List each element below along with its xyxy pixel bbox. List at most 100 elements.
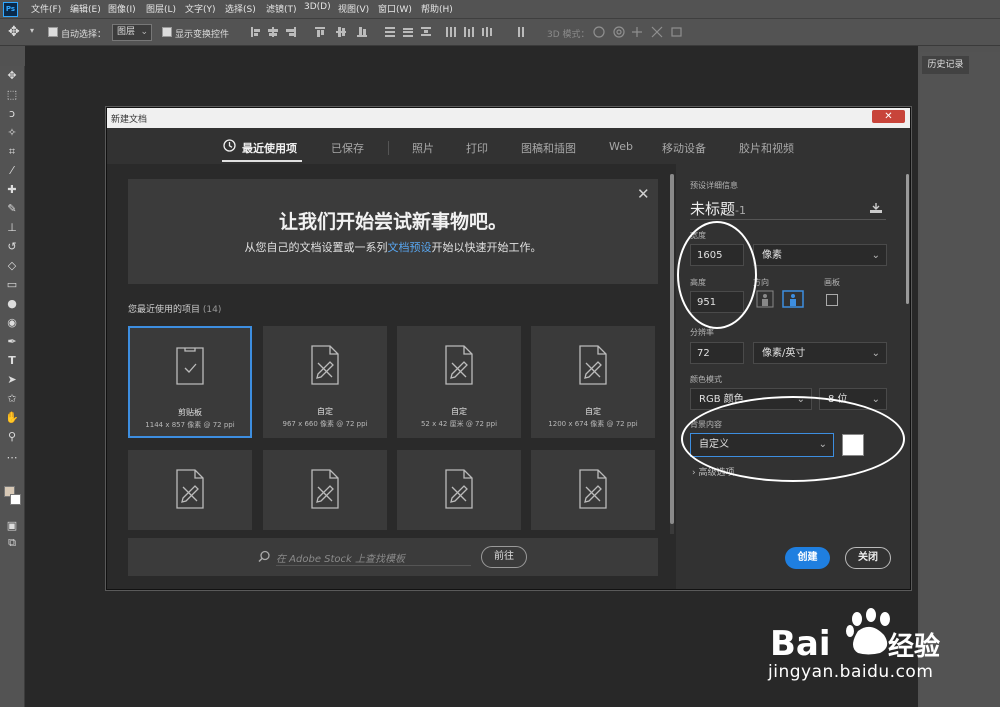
stock-go-button[interactable]: 前往 xyxy=(481,546,527,568)
path-selection-tool-icon[interactable]: ➤ xyxy=(4,372,20,388)
artboard-checkbox[interactable] xyxy=(826,294,838,306)
dialog-title: 新建文档 xyxy=(111,115,148,125)
move-tool-icon[interactable]: ✥ xyxy=(8,24,20,40)
resolution-input[interactable]: 72 xyxy=(690,342,744,364)
color-mode-label: 颜色模式 xyxy=(690,375,722,384)
portrait-orientation-icon[interactable] xyxy=(756,290,774,308)
landscape-orientation-icon[interactable] xyxy=(782,290,804,308)
recent-item-card[interactable] xyxy=(128,450,252,530)
create-button[interactable]: 创建 xyxy=(785,547,830,569)
align-icons[interactable] xyxy=(250,26,525,38)
magic-wand-tool-icon[interactable]: ✧ xyxy=(4,125,20,141)
gradient-tool-icon[interactable]: ▭ xyxy=(4,277,20,293)
crop-tool-icon[interactable]: ⌗ xyxy=(4,144,20,160)
recent-count: (14) xyxy=(202,305,222,315)
name-underline xyxy=(690,219,886,220)
lasso-tool-icon[interactable]: ↄ xyxy=(4,106,20,122)
quick-mask-icon[interactable]: ▣ xyxy=(4,518,20,534)
brush-tool-icon[interactable]: ✎ xyxy=(4,201,20,217)
recent-item-card[interactable] xyxy=(263,450,387,530)
menu-view[interactable]: 视图(V) xyxy=(338,2,369,15)
active-tab-indicator xyxy=(222,160,302,162)
recent-item-card[interactable]: 剪贴板 1144 x 857 像素 @ 72 ppi xyxy=(128,326,252,438)
dialog-close-button[interactable]: ✕ xyxy=(872,110,905,123)
tab-divider xyxy=(388,141,389,155)
type-tool-icon[interactable]: T xyxy=(4,353,20,369)
options-bar: ✥ ▾ 自动选择： 图层 ⌄ 显示变换控件 3D 模式： xyxy=(0,19,1000,46)
hand-tool-icon[interactable]: ✋ xyxy=(4,410,20,426)
photoshop-logo: Ps xyxy=(3,2,18,17)
clone-stamp-tool-icon[interactable]: ⊥ xyxy=(4,220,20,236)
menu-select[interactable]: 选择(S) xyxy=(225,2,256,15)
document-pen-icon xyxy=(445,469,473,509)
resolution-label: 分辨率 xyxy=(690,328,714,337)
more-tools-icon[interactable]: ⋯ xyxy=(4,450,20,466)
menu-window[interactable]: 窗口(W) xyxy=(378,2,412,15)
menu-image[interactable]: 图像(I) xyxy=(108,2,136,15)
tab-mobile[interactable]: 移动设备 xyxy=(662,140,706,156)
banner-subtitle: 从您自己的文档设置或一系列文档预设开始以快速开始工作。 xyxy=(128,239,658,255)
show-transform-label: 显示变换控件 xyxy=(175,30,230,40)
tab-recent[interactable]: 最近使用项 xyxy=(242,140,297,156)
shape-tool-icon[interactable]: ✩ xyxy=(4,391,20,407)
menu-type[interactable]: 文字(Y) xyxy=(185,2,216,15)
annotation-ellipse xyxy=(681,396,905,482)
eyedropper-tool-icon[interactable]: ⁄ xyxy=(4,163,20,179)
width-unit-dropdown[interactable]: 像素 ⌄ xyxy=(753,244,887,266)
document-pen-icon xyxy=(311,469,339,509)
auto-select-checkbox[interactable] xyxy=(48,27,58,37)
presets-scrollbar[interactable] xyxy=(670,174,674,524)
tab-print[interactable]: 打印 xyxy=(466,140,488,156)
watermark-logo-suffix: 经验 xyxy=(888,631,940,662)
tab-art-illustration[interactable]: 图稿和插图 xyxy=(521,140,576,156)
banner-close-icon[interactable]: ✕ xyxy=(637,185,650,203)
tab-film-video[interactable]: 胶片和视频 xyxy=(739,140,794,156)
history-panel-tab[interactable]: 历史记录 xyxy=(922,56,969,74)
blur-tool-icon[interactable]: ● xyxy=(4,296,20,312)
details-scrollbar[interactable] xyxy=(906,174,909,304)
layer-select-dropdown[interactable]: 图层 ⌄ xyxy=(112,24,152,41)
recent-item-card[interactable] xyxy=(531,450,655,530)
chevron-down-icon[interactable]: ▾ xyxy=(30,26,34,35)
healing-brush-tool-icon[interactable]: ✚ xyxy=(4,182,20,198)
tab-web[interactable]: Web xyxy=(609,140,633,153)
document-pen-icon xyxy=(579,345,607,385)
menu-3d[interactable]: 3D(D) xyxy=(304,2,331,12)
history-brush-tool-icon[interactable]: ↺ xyxy=(4,239,20,255)
card-dimensions: 1144 x 857 像素 @ 72 ppi xyxy=(145,421,235,429)
menu-help[interactable]: 帮助(H) xyxy=(421,2,453,15)
menu-filter[interactable]: 滤镜(T) xyxy=(266,2,297,15)
marquee-tool-icon[interactable]: ⬚ xyxy=(4,87,20,103)
move-tool-icon[interactable]: ✥ xyxy=(4,68,20,84)
zoom-tool-icon[interactable]: ⚲ xyxy=(4,429,20,445)
save-preset-icon[interactable] xyxy=(869,202,883,214)
menu-edit[interactable]: 编辑(E) xyxy=(70,2,101,15)
menu-file[interactable]: 文件(F) xyxy=(31,2,61,15)
3d-tools-icons[interactable] xyxy=(592,25,687,39)
menu-layer[interactable]: 图层(L) xyxy=(146,2,176,15)
recent-items-label: 您最近使用的项目 (14) xyxy=(128,302,221,315)
background-color-swatch[interactable] xyxy=(10,494,21,505)
document-pen-icon xyxy=(445,345,473,385)
recent-item-card[interactable]: 自定 1200 x 674 像素 @ 72 ppi xyxy=(531,326,655,438)
document-presets-link[interactable]: 文档预设 xyxy=(388,241,432,254)
tab-photo[interactable]: 照片 xyxy=(412,140,434,156)
resolution-unit-dropdown[interactable]: 像素/英寸 ⌄ xyxy=(753,342,887,364)
stock-search-input[interactable]: 在 Adobe Stock 上查找模板 xyxy=(276,550,405,565)
recent-item-card[interactable]: 自定 967 x 660 像素 @ 72 ppi xyxy=(263,326,387,438)
card-name: 剪贴板 xyxy=(178,408,202,417)
tools-panel: ✥ ⬚ ↄ ✧ ⌗ ⁄ ✚ ✎ ⊥ ↺ ◇ ▭ ● ◉ ✒ T ➤ ✩ ✋ ⚲ … xyxy=(0,66,25,707)
resolution-unit-value: 像素/英寸 xyxy=(762,348,806,359)
screen-mode-icon[interactable]: ⧉ xyxy=(4,535,20,551)
tab-saved[interactable]: 已保存 xyxy=(331,140,364,156)
recent-item-card[interactable] xyxy=(397,450,521,530)
clipboard-icon xyxy=(176,347,204,385)
close-button[interactable]: 关闭 xyxy=(845,547,891,569)
dodge-tool-icon[interactable]: ◉ xyxy=(4,315,20,331)
document-name: 未标题 xyxy=(690,200,736,218)
recent-item-card[interactable]: 自定 52 x 42 厘米 @ 72 ppi xyxy=(397,326,521,438)
show-transform-checkbox[interactable] xyxy=(162,27,172,37)
document-name-input[interactable]: 未标题-1 xyxy=(690,198,746,219)
eraser-tool-icon[interactable]: ◇ xyxy=(4,258,20,274)
pen-tool-icon[interactable]: ✒ xyxy=(4,334,20,350)
